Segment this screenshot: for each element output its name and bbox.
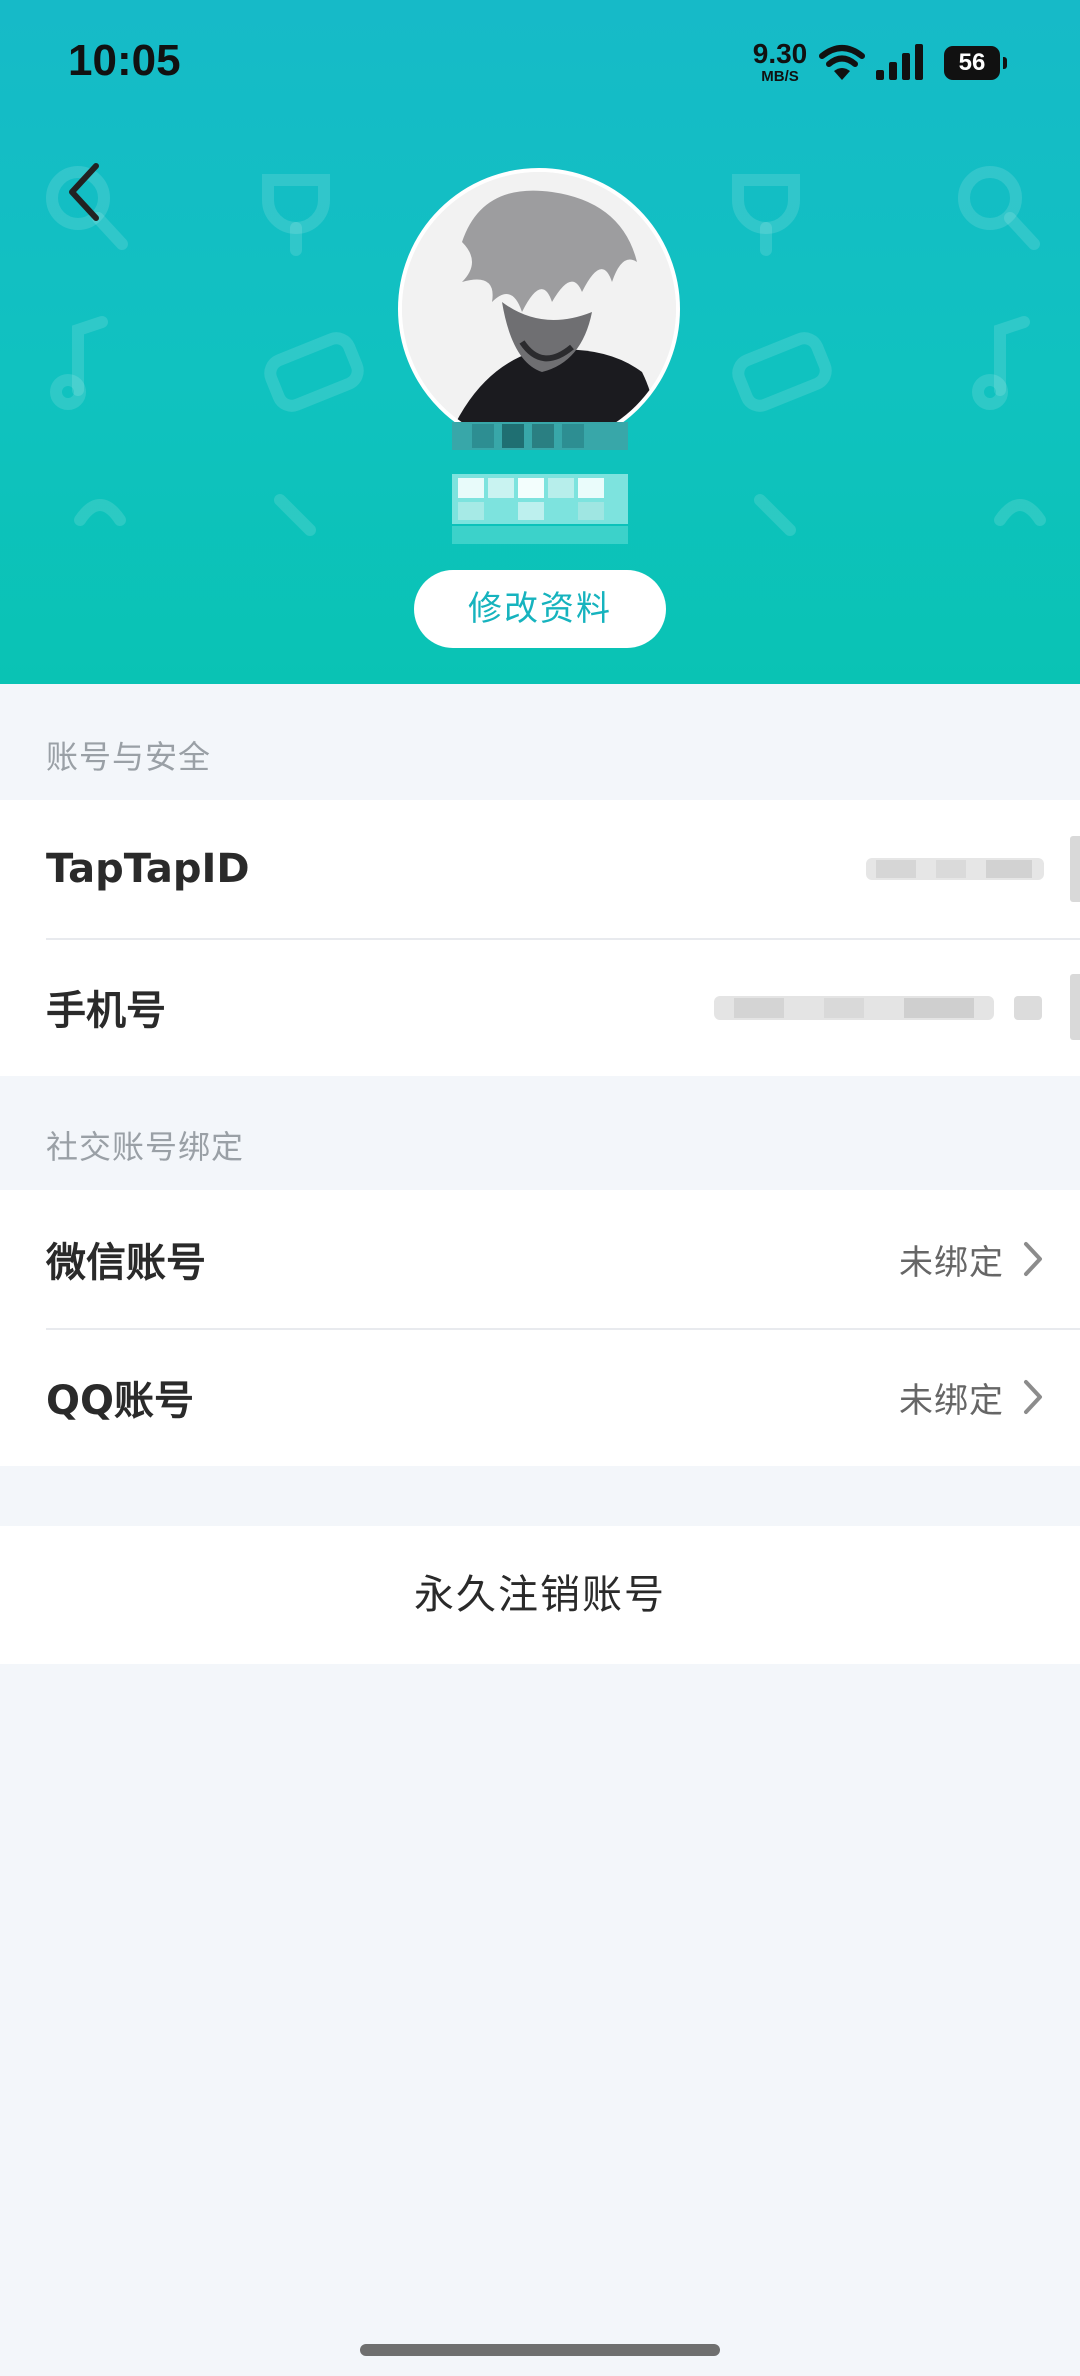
- home-indicator[interactable]: [360, 2344, 720, 2356]
- status-bar: 10:05 9.30 MB/S 56: [0, 0, 1080, 130]
- section-title-social-binding: 社交账号绑定: [46, 1128, 245, 1166]
- edge-indicator: [1070, 836, 1080, 902]
- back-button[interactable]: [56, 160, 126, 230]
- section-title-account-security: 账号与安全: [46, 738, 212, 776]
- delete-account-button[interactable]: 永久注销账号: [0, 1526, 1080, 1664]
- qq-status: 未绑定: [899, 1380, 1004, 1421]
- chevron-right-icon: [1024, 1380, 1042, 1414]
- row-phone[interactable]: 手机号: [0, 938, 1080, 1076]
- redacted-value: [714, 996, 1042, 1020]
- row-label: 微信账号: [46, 1240, 206, 1286]
- delete-account-group: 永久注销账号: [0, 1526, 1080, 1664]
- edge-indicator: [1070, 974, 1080, 1040]
- chevron-right-icon: [1024, 1242, 1042, 1276]
- chevron-left-icon: [69, 163, 99, 221]
- row-label: 手机号: [46, 988, 166, 1034]
- account-security-group: TapTapID 手机号: [0, 800, 1080, 1076]
- row-label: QQ账号: [46, 1378, 195, 1424]
- signal-icon: [876, 44, 923, 80]
- status-time: 10:05: [68, 36, 181, 85]
- username-redacted: [452, 422, 628, 544]
- edit-profile-button[interactable]: 修改资料: [414, 570, 666, 648]
- row-taptap-id[interactable]: TapTapID: [0, 800, 1080, 938]
- row-label: TapTapID: [46, 846, 250, 892]
- avatar-image: [402, 172, 676, 446]
- avatar[interactable]: [398, 168, 680, 450]
- battery-icon: 56: [944, 46, 1007, 80]
- row-wechat[interactable]: 微信账号 未绑定: [0, 1190, 1080, 1328]
- network-speed-value: 9.30: [752, 38, 808, 69]
- redacted-value: [866, 858, 1044, 880]
- wechat-status: 未绑定: [899, 1242, 1004, 1283]
- row-right: [696, 938, 1044, 1076]
- network-speed-unit: MB/S: [761, 68, 799, 85]
- row-qq[interactable]: QQ账号 未绑定: [0, 1328, 1080, 1466]
- row-right: [848, 800, 1044, 938]
- social-binding-group: 微信账号 未绑定 QQ账号 未绑定: [0, 1190, 1080, 1466]
- wifi-icon: [819, 45, 865, 80]
- row-right: 未绑定: [899, 1328, 1044, 1466]
- profile-header: 10:05 9.30 MB/S 56 修改资料: [0, 0, 1080, 684]
- network-speed: 9.30 MB/S: [748, 38, 812, 85]
- row-right: 未绑定: [899, 1190, 1044, 1328]
